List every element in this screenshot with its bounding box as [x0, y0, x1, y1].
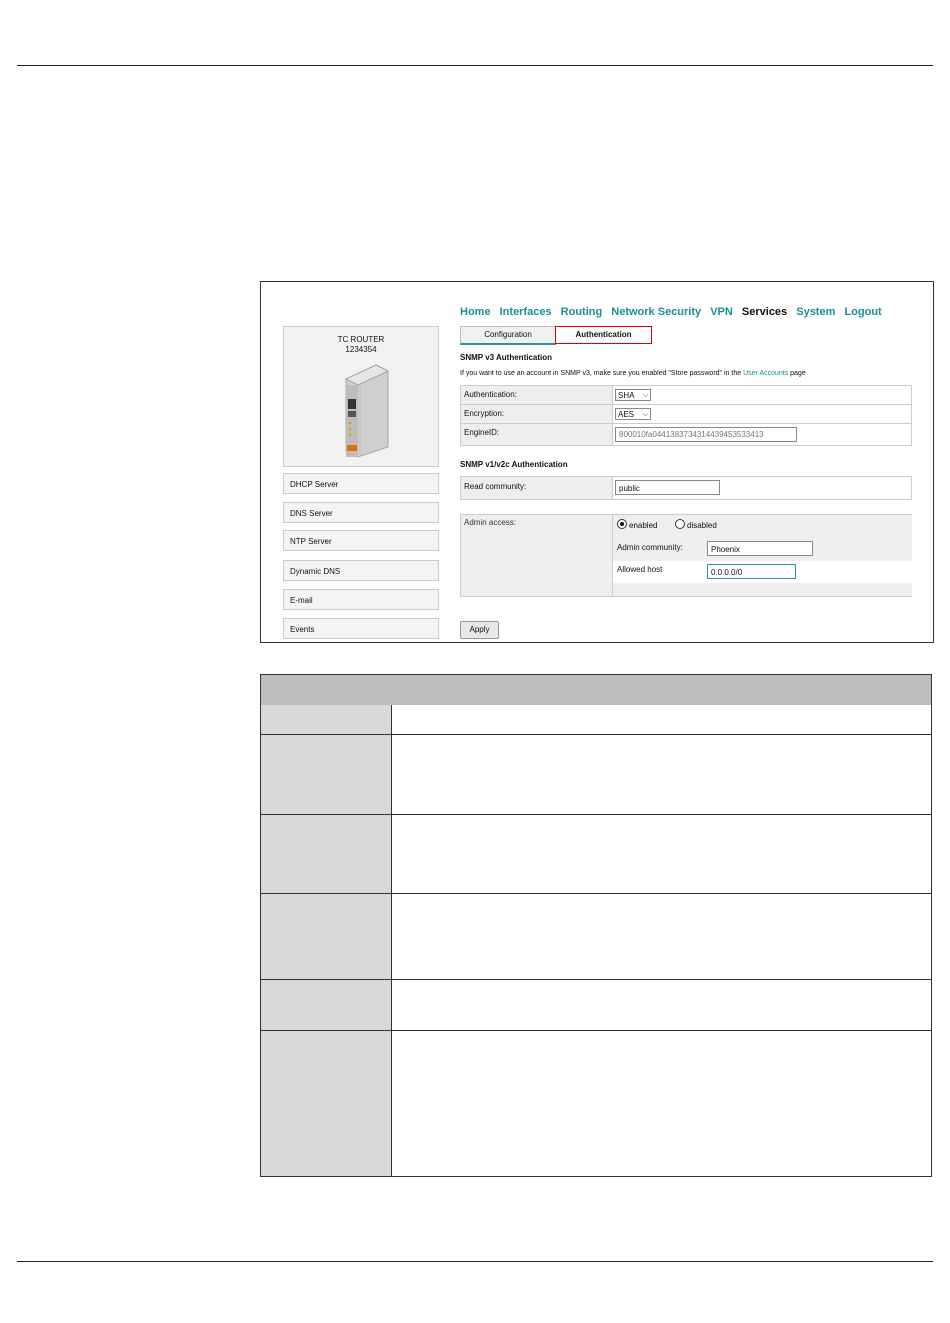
allowed-host-label: Allowed host — [617, 565, 663, 574]
snmp-v12-title: SNMP v1/v2c Authentication — [460, 460, 568, 469]
sidebar-item-dynamic-dns[interactable]: Dynamic DNS — [283, 560, 439, 581]
table-row — [261, 705, 931, 735]
radio-unchecked-icon — [675, 519, 685, 529]
top-rule — [17, 65, 933, 66]
engineid-input[interactable] — [615, 427, 797, 442]
main-nav: Home Interfaces Routing Network Security… — [460, 306, 888, 318]
engineid-label: EngineID: — [464, 428, 500, 437]
allowed-host-input[interactable]: 0.0.0.0/0 — [707, 564, 796, 579]
admin-community-label: Admin community: — [617, 543, 683, 552]
engineid-row: EngineID: — [460, 423, 912, 446]
nav-network-security[interactable]: Network Security — [611, 306, 701, 318]
sidebar-item-dhcp-server[interactable]: DHCP Server — [283, 473, 439, 494]
table-header — [261, 675, 931, 706]
device-name: TC ROUTER — [337, 335, 385, 344]
authentication-value: SHA — [618, 391, 635, 400]
sidebar-item-dns-server[interactable]: DNS Server — [283, 502, 439, 523]
read-community-input[interactable]: public — [615, 480, 720, 495]
table-row — [261, 894, 931, 980]
device-panel: TC ROUTER 1234354 — [283, 326, 439, 467]
chevron-down-icon: ⌵ — [642, 392, 648, 399]
tab-configuration[interactable]: Configuration — [460, 326, 556, 345]
radio-checked-icon — [617, 519, 627, 529]
apply-button[interactable]: Apply — [460, 621, 499, 639]
table-row — [261, 980, 931, 1031]
authentication-select[interactable]: SHA ⌵ — [615, 389, 651, 401]
authentication-row: Authentication: SHA ⌵ — [460, 385, 912, 405]
description-table — [260, 674, 932, 1177]
sidebar-item-email[interactable]: E-mail — [283, 589, 439, 610]
device-serial: 1234354 — [345, 345, 377, 354]
sidebar-item-events[interactable]: Events — [283, 618, 439, 639]
enabled-label: enabled — [629, 521, 658, 530]
bottom-rule — [17, 1261, 933, 1262]
nav-routing[interactable]: Routing — [561, 306, 603, 318]
encryption-label: Encryption: — [464, 409, 505, 418]
disabled-radio[interactable]: disabled — [675, 519, 717, 530]
nav-logout[interactable]: Logout — [844, 306, 881, 318]
table-row — [261, 1031, 931, 1176]
router-ui-screenshot: TC ROUTER 1234354 DHCP Server DNS Server… — [260, 281, 934, 643]
admin-community-input[interactable]: Phoenix — [707, 541, 813, 556]
enabled-radio[interactable]: enabled — [617, 519, 657, 530]
table-row — [261, 815, 931, 894]
user-accounts-link[interactable]: User Accounts — [743, 370, 788, 377]
info-suffix: page — [788, 370, 806, 377]
router-device-image — [345, 364, 389, 458]
encryption-row: Encryption: AES ⌵ — [460, 404, 912, 424]
nav-services[interactable]: Services — [742, 306, 787, 318]
nav-interfaces[interactable]: Interfaces — [500, 306, 552, 318]
encryption-select[interactable]: AES ⌵ — [615, 408, 651, 420]
disabled-label: disabled — [687, 521, 717, 530]
info-text: If you want to use an account in SNMP v3… — [460, 370, 806, 377]
admin-access-label: Admin access: — [464, 518, 517, 527]
snmp-v3-title: SNMP v3 Authentication — [460, 353, 553, 362]
admin-access-row: Admin access: enabled disabled Admin com… — [460, 514, 912, 597]
read-community-row: Read community: public — [460, 476, 912, 500]
tab-authentication[interactable]: Authentication — [555, 326, 652, 344]
allowed-host-row: Allowed host 0.0.0.0/0 — [613, 561, 912, 583]
nav-vpn[interactable]: VPN — [710, 306, 733, 318]
nav-system[interactable]: System — [796, 306, 835, 318]
read-community-label: Read community: — [464, 482, 527, 491]
chevron-down-icon: ⌵ — [642, 411, 648, 418]
sidebar-item-ntp-server[interactable]: NTP Server — [283, 530, 439, 551]
info-prefix: If you want to use an account in SNMP v3… — [460, 370, 744, 377]
nav-home[interactable]: Home — [460, 306, 491, 318]
encryption-value: AES — [618, 410, 635, 419]
authentication-label: Authentication: — [464, 390, 517, 399]
table-row — [261, 735, 931, 815]
